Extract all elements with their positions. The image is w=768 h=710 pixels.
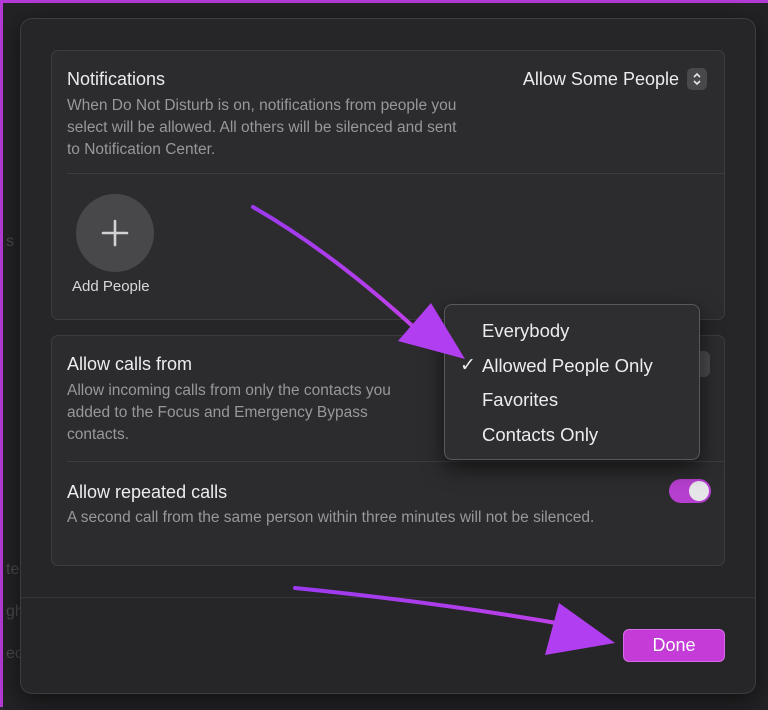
background-text-fragment: te [6,561,20,578]
toggle-knob [689,481,709,501]
divider [67,173,724,174]
checkmark-icon: ✓ [460,355,476,376]
notifications-description: When Do Not Disturb is on, notifications… [67,97,457,158]
menu-item-allowed-people-only[interactable]: ✓ Allowed People Only [445,348,699,382]
allow-calls-dropdown-menu: Everybody ✓ Allowed People Only Favorite… [444,304,700,460]
menu-item-label: Contacts Only [482,424,599,445]
menu-item-label: Everybody [482,320,570,341]
allow-people-selector-value: Allow Some People [522,68,679,89]
add-people-label: Add People [72,278,150,295]
menu-item-label: Allowed People Only [482,355,653,376]
allow-repeated-calls-toggle[interactable] [669,479,711,503]
up-down-chevron-icon [687,68,707,90]
add-people-button[interactable] [76,194,154,272]
allow-people-selector[interactable]: Allow Some People [523,68,707,90]
divider [67,461,724,462]
background-text-fragment: s [6,233,14,250]
menu-item-contacts-only[interactable]: Contacts Only [445,417,699,451]
done-button[interactable]: Done [623,629,725,662]
allow-repeated-calls-description: A second call from the same person withi… [67,509,595,526]
menu-item-favorites[interactable]: Favorites [445,382,699,416]
footer-divider [21,597,755,598]
allow-calls-description: Allow incoming calls from only the conta… [67,382,391,443]
allow-calls-title: Allow calls from [67,354,193,374]
allow-repeated-calls-title: Allow repeated calls [67,482,228,502]
plus-icon [101,219,129,247]
menu-item-everybody[interactable]: Everybody [445,313,699,347]
notifications-title: Notifications [67,69,166,89]
notifications-card: Notifications When Do Not Disturb is on,… [51,50,725,320]
menu-item-label: Favorites [482,389,559,410]
